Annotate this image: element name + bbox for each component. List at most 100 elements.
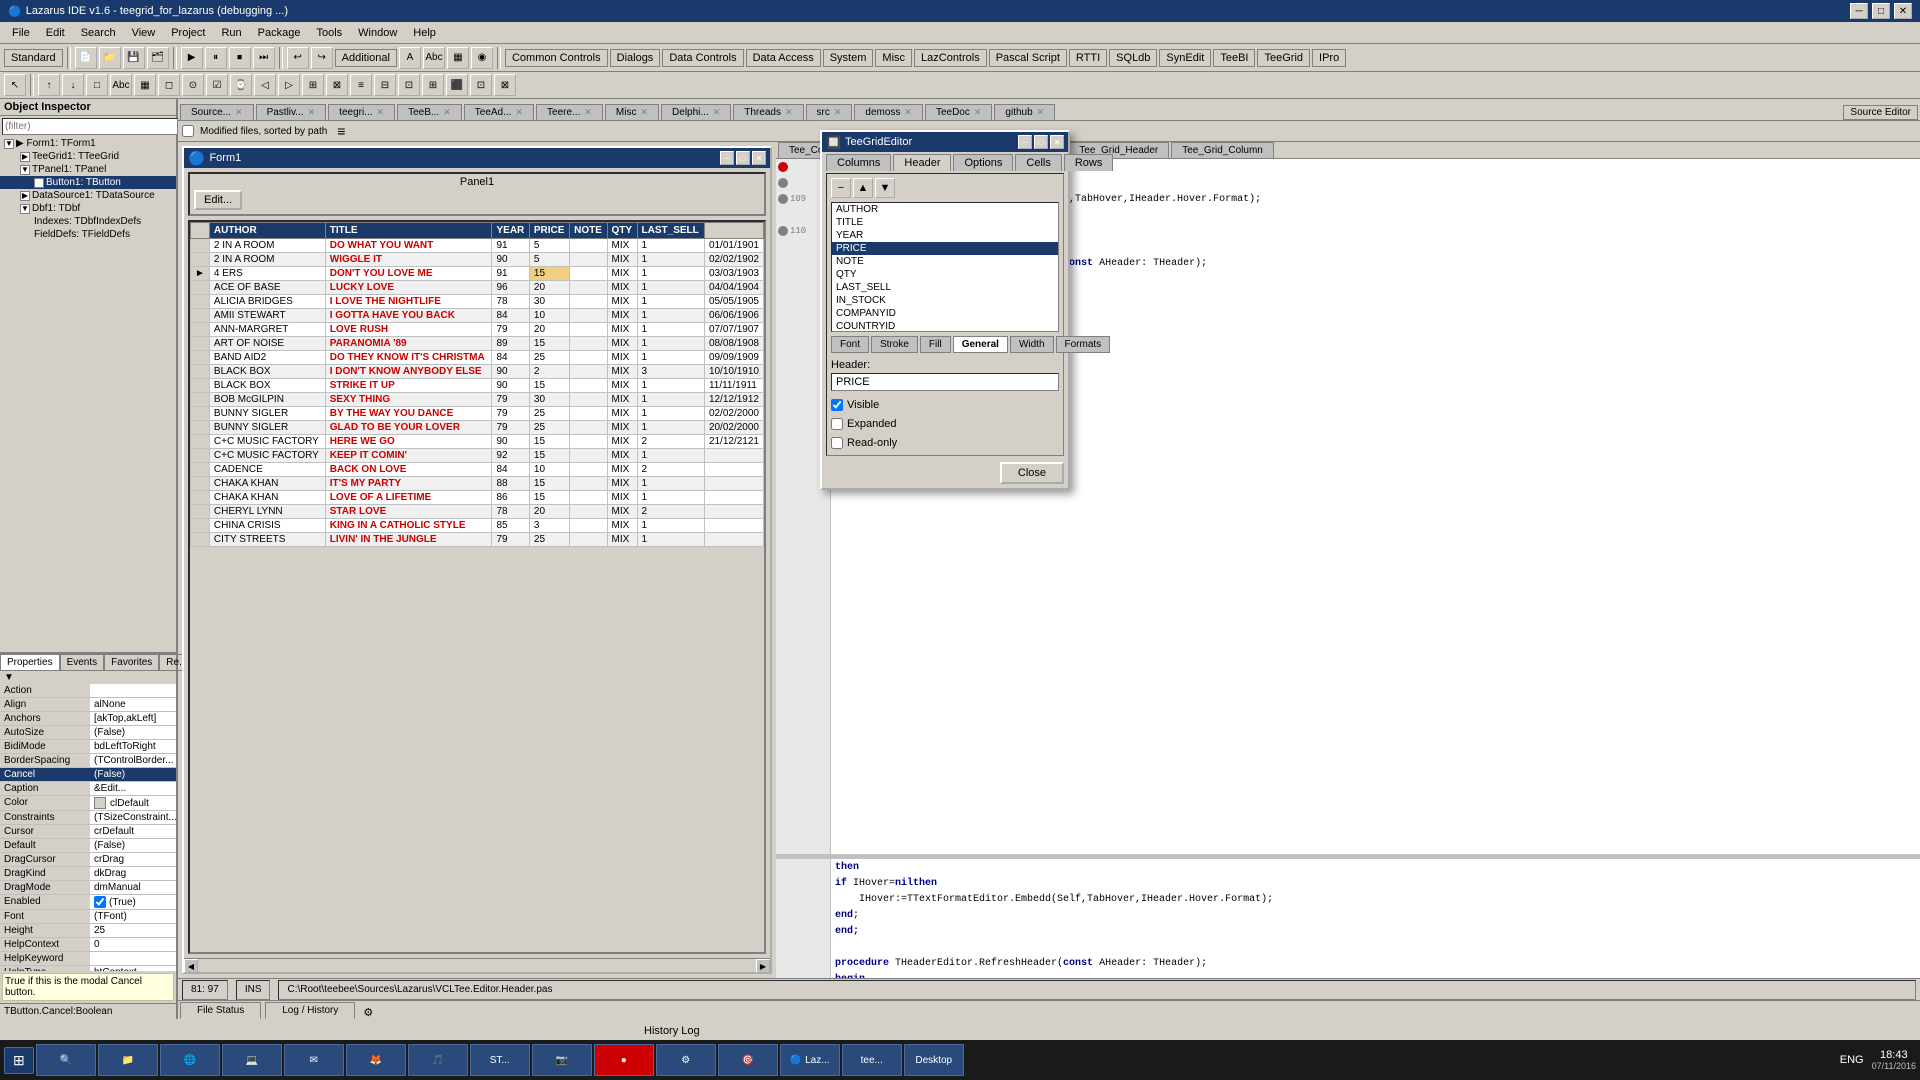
col-item-title[interactable]: TITLE bbox=[832, 216, 1058, 229]
tb-save-all[interactable]: 🗂 bbox=[147, 47, 169, 69]
form-close-btn[interactable]: ✕ bbox=[752, 151, 766, 165]
props-val-dragkind[interactable]: dkDrag bbox=[90, 867, 176, 881]
tb-undo[interactable]: ↩ bbox=[287, 47, 309, 69]
nav-up-btn[interactable]: ▲ bbox=[853, 178, 873, 198]
sub-tab-fill[interactable]: Fill bbox=[920, 336, 951, 353]
tb-comp19[interactable]: ⊡ bbox=[470, 74, 492, 96]
taskbar-search[interactable]: 🔍 bbox=[36, 1044, 96, 1076]
modified-icon[interactable]: ≡ bbox=[337, 123, 345, 139]
tb-comp16[interactable]: ⊡ bbox=[398, 74, 420, 96]
taskbar-firefox[interactable]: 🦊 bbox=[346, 1044, 406, 1076]
props-tab-favorites[interactable]: Favorites bbox=[104, 654, 159, 671]
oi-item-fielddefs[interactable]: FieldDefs: TFieldDefs bbox=[0, 228, 176, 241]
source-tab-close-6[interactable]: ✕ bbox=[584, 107, 592, 118]
tb-comp4[interactable]: Abc bbox=[110, 74, 132, 96]
source-tab-close-9[interactable]: ✕ bbox=[785, 107, 793, 118]
source-tab-close-3[interactable]: ✕ bbox=[377, 107, 385, 118]
grid-hscroll[interactable]: ◀ ▶ bbox=[184, 958, 770, 972]
props-val-default[interactable]: (False) bbox=[90, 839, 176, 853]
col-item-year[interactable]: YEAR bbox=[832, 229, 1058, 242]
oi-expand-datasource1[interactable]: ▶ bbox=[20, 191, 30, 201]
props-val-cursor[interactable]: crDefault bbox=[90, 825, 176, 839]
col-header-author[interactable]: AUTHOR bbox=[209, 223, 325, 239]
menu-tools[interactable]: Tools bbox=[308, 25, 350, 41]
menu-help[interactable]: Help bbox=[405, 25, 444, 41]
tb-comp14[interactable]: ≡ bbox=[350, 74, 372, 96]
tb-step[interactable]: ⏭ bbox=[253, 47, 275, 69]
source-tab-github[interactable]: github✕ bbox=[994, 104, 1055, 120]
hscroll-track[interactable] bbox=[198, 959, 756, 972]
props-val-dragcursor[interactable]: crDrag bbox=[90, 853, 176, 867]
taskbar-ie[interactable]: 🌐 bbox=[160, 1044, 220, 1076]
source-tab-teere[interactable]: Teere...✕ bbox=[536, 104, 603, 120]
tb-a3[interactable]: ▦ bbox=[447, 47, 469, 69]
teegrid-tab-columns[interactable]: Columns bbox=[826, 154, 891, 171]
sub-tab-font[interactable]: Font bbox=[831, 336, 869, 353]
tb-comp9[interactable]: ⌚ bbox=[230, 74, 252, 96]
props-val-dragmode[interactable]: dmManual bbox=[90, 881, 176, 895]
source-tab-demoss[interactable]: demoss✕ bbox=[854, 104, 923, 120]
source-tab-close-7[interactable]: ✕ bbox=[640, 107, 648, 118]
oi-expand-teegrid1[interactable]: ▶ bbox=[20, 152, 30, 162]
column-list[interactable]: AUTHOR TITLE YEAR PRICE NOTE QTY LAST_SE… bbox=[831, 202, 1059, 332]
taskbar-lazarus[interactable]: 🔵 Laz... bbox=[780, 1044, 840, 1076]
maximize-btn[interactable]: □ bbox=[1872, 3, 1890, 19]
oi-item-dbf1[interactable]: ▼ Dbf1: TDbf bbox=[0, 202, 176, 215]
tb-comp15[interactable]: ⊟ bbox=[374, 74, 396, 96]
col-item-note[interactable]: NOTE bbox=[832, 255, 1058, 268]
expanded-checkbox[interactable] bbox=[831, 418, 843, 430]
form-minimize-btn[interactable]: ─ bbox=[720, 151, 734, 165]
teegrid-tab-rows[interactable]: Rows bbox=[1064, 154, 1114, 171]
col-item-in-stock[interactable]: IN_STOCK bbox=[832, 294, 1058, 307]
teegrid-tab-header[interactable]: Header bbox=[893, 154, 951, 171]
source-editor-label[interactable]: Source Editor bbox=[1843, 105, 1918, 120]
source-tab-teeb[interactable]: TeeB...✕ bbox=[397, 104, 462, 120]
oi-item-indexes[interactable]: Indexes: TDbfIndexDefs bbox=[0, 215, 176, 228]
props-val-helpcontext[interactable]: 0 bbox=[90, 938, 176, 952]
code-editor-lower[interactable]: then if IHover=nil then IHover:=TTextFor… bbox=[776, 858, 1920, 978]
source-tab-close-4[interactable]: ✕ bbox=[443, 107, 451, 118]
col-header-qty[interactable]: QTY bbox=[607, 223, 637, 239]
col-item-countryid[interactable]: COUNTRYID bbox=[832, 320, 1058, 332]
props-section-expand[interactable]: ▼ bbox=[4, 672, 14, 683]
tab-tee-grid-column[interactable]: Tee_Grid_Column bbox=[1171, 142, 1274, 158]
props-val-cancel[interactable]: (False) bbox=[90, 768, 176, 782]
source-tab-close-11[interactable]: ✕ bbox=[904, 107, 912, 118]
teegrid-maximize-btn[interactable]: □ bbox=[1034, 135, 1048, 149]
oi-expand-dbf1[interactable]: ▼ bbox=[20, 204, 30, 214]
menu-package[interactable]: Package bbox=[250, 25, 309, 41]
props-val-anchors[interactable]: [akTop,akLeft] bbox=[90, 712, 176, 726]
tb-comp17[interactable]: ⊞ bbox=[422, 74, 444, 96]
taskbar-computer[interactable]: 💻 bbox=[222, 1044, 282, 1076]
sub-tab-stroke[interactable]: Stroke bbox=[871, 336, 918, 353]
source-tab-threads[interactable]: Threads✕ bbox=[733, 104, 803, 120]
source-tab-src[interactable]: src✕ bbox=[806, 104, 853, 120]
props-val-helpkeyword[interactable] bbox=[90, 952, 176, 966]
minimize-btn[interactable]: ─ bbox=[1850, 3, 1868, 19]
sub-tab-general[interactable]: General bbox=[953, 336, 1008, 353]
oi-expand-button1[interactable]: ▶ bbox=[34, 178, 44, 188]
props-val-height[interactable]: 25 bbox=[90, 924, 176, 938]
enabled-checkbox[interactable] bbox=[94, 896, 106, 908]
tb-comp7[interactable]: ⊙ bbox=[182, 74, 204, 96]
taskbar-settings[interactable]: ⚙ bbox=[656, 1044, 716, 1076]
tb-new[interactable]: 📄 bbox=[75, 47, 97, 69]
oi-item-datasource1[interactable]: ▶ DataSource1: TDataSource bbox=[0, 189, 176, 202]
menu-window[interactable]: Window bbox=[350, 25, 405, 41]
taskbar-music[interactable]: 🎵 bbox=[408, 1044, 468, 1076]
hscroll-left[interactable]: ◀ bbox=[184, 959, 198, 973]
menu-view[interactable]: View bbox=[124, 25, 164, 41]
source-tab-source[interactable]: Source...✕ bbox=[180, 104, 254, 120]
tb-a4[interactable]: ◉ bbox=[471, 47, 493, 69]
taskbar-tee[interactable]: tee... bbox=[842, 1044, 902, 1076]
props-val-constraints[interactable]: (TSizeConstraint... bbox=[90, 811, 176, 825]
bottom-tab-log-history[interactable]: Log / History bbox=[265, 1002, 355, 1019]
menu-search[interactable]: Search bbox=[73, 25, 124, 41]
col-item-last-sell[interactable]: LAST_SELL bbox=[832, 281, 1058, 294]
col-item-qty[interactable]: QTY bbox=[832, 268, 1058, 281]
oi-item-button1[interactable]: ▶ Button1: TButton bbox=[0, 176, 176, 189]
props-val-bidimode[interactable]: bdLeftToRight bbox=[90, 740, 176, 754]
taskbar-desktop[interactable]: Desktop bbox=[904, 1044, 964, 1076]
data-grid-container[interactable]: AUTHOR TITLE YEAR PRICE NOTE QTY LAST_SE… bbox=[188, 220, 766, 954]
sub-tab-formats[interactable]: Formats bbox=[1056, 336, 1111, 353]
